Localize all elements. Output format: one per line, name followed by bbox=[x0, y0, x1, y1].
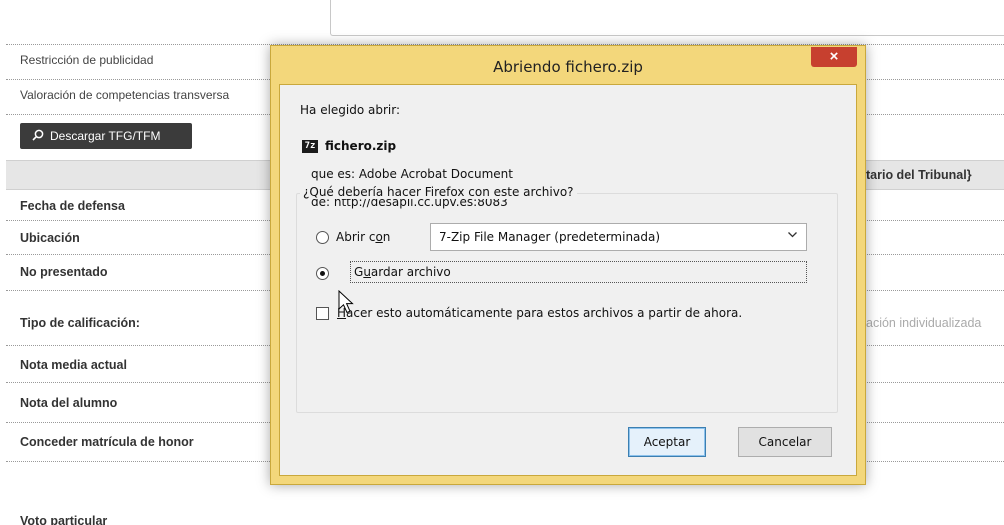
action-question: ¿Qué debería hacer Firefox con este arch… bbox=[300, 185, 577, 199]
close-button[interactable]: × bbox=[811, 47, 857, 67]
save-file-label[interactable]: Guardar archivo bbox=[354, 265, 451, 279]
accept-button-label: Aceptar bbox=[643, 435, 691, 449]
cancel-button-label: Cancelar bbox=[758, 435, 812, 449]
top-input-box bbox=[330, 0, 1004, 36]
nota-alumno-label: Nota del alumno bbox=[20, 396, 118, 410]
fecha-label: Fecha de defensa bbox=[20, 199, 125, 213]
no-presentado-label: No presentado bbox=[20, 265, 108, 279]
open-with-app: 7-Zip File Manager (predeterminada) bbox=[439, 230, 661, 244]
ubicacion-label: Ubicación bbox=[20, 231, 80, 245]
save-file-radio[interactable] bbox=[316, 267, 329, 280]
tipo-calificacion-value: ación individualizada bbox=[866, 316, 982, 330]
open-with-label[interactable]: Abrir con bbox=[336, 230, 390, 244]
open-with-select[interactable]: 7-Zip File Manager (predeterminada) bbox=[430, 223, 807, 251]
cancel-button[interactable]: Cancelar bbox=[738, 427, 832, 457]
valoracion-label: Valoración de competencias transversa bbox=[20, 88, 230, 102]
tribunal-header: tario del Tribunal} bbox=[866, 168, 972, 182]
intro-text: Ha elegido abrir: bbox=[300, 103, 401, 117]
open-file-dialog: Abriendo fichero.zip × Ha elegido abrir:… bbox=[270, 45, 866, 485]
chevron-down-icon bbox=[787, 229, 798, 243]
matricula-honor-label: Conceder matrícula de honor bbox=[20, 435, 194, 449]
restriccion-label: Restricción de publicidad bbox=[20, 53, 154, 67]
close-icon: × bbox=[829, 48, 839, 65]
nota-media-label: Nota media actual bbox=[20, 358, 127, 372]
tipo-calificacion-label: Tipo de calificación: bbox=[20, 316, 140, 330]
download-tfg-label: Descargar TFG/TFM bbox=[50, 129, 161, 143]
file-type: que es: Adobe Acrobat Document bbox=[311, 167, 513, 181]
mouse-cursor-icon bbox=[338, 289, 360, 316]
voto-particular-label: Voto particular bbox=[20, 514, 108, 525]
dialog-body: Ha elegido abrir: 7z fichero.zip que es:… bbox=[279, 84, 857, 476]
dialog-titlebar[interactable]: Abriendo fichero.zip × bbox=[271, 46, 865, 84]
open-with-radio[interactable] bbox=[316, 231, 329, 244]
search-icon bbox=[32, 129, 44, 144]
file-name: fichero.zip bbox=[325, 139, 397, 153]
download-tfg-button[interactable]: Descargar TFG/TFM bbox=[20, 123, 192, 149]
accept-button[interactable]: Aceptar bbox=[628, 427, 706, 457]
dialog-title: Abriendo fichero.zip bbox=[493, 58, 643, 76]
zip-file-icon: 7z bbox=[302, 140, 318, 153]
auto-action-label[interactable]: Hacer esto automáticamente para estos ar… bbox=[337, 306, 742, 320]
auto-action-checkbox[interactable] bbox=[316, 307, 329, 320]
